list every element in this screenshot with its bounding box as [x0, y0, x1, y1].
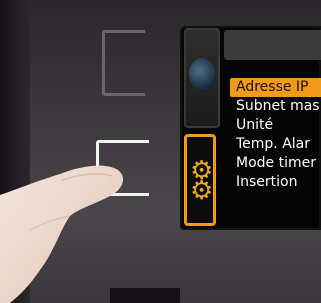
network-category[interactable] [184, 28, 220, 128]
bottom-slot [110, 288, 180, 303]
settings-category[interactable]: ⚙ ⚙ [184, 134, 216, 226]
menu-item-temp-alarm[interactable]: Temp. Alar [230, 135, 321, 154]
pointing-finger [0, 165, 124, 303]
settings-menu: Adresse IP Subnet mas Unité Temp. Alar M… [230, 78, 321, 192]
menu-item-ip-address[interactable]: Adresse IP [230, 78, 321, 97]
gear-icon: ⚙ ⚙ [190, 156, 214, 206]
menu-item-insertion[interactable]: Insertion [230, 173, 321, 192]
lcd-screen: ⚙ ⚙ Adresse IP Subnet mas Unité Temp. Ala… [180, 26, 321, 230]
globe-icon [189, 58, 215, 90]
hardware-button-top[interactable] [102, 30, 145, 96]
menu-item-timer-mode[interactable]: Mode timer [230, 154, 321, 173]
menu-item-unit[interactable]: Unité [230, 116, 321, 135]
header-bar [224, 30, 321, 60]
menu-item-subnet-mask[interactable]: Subnet mas [230, 97, 321, 116]
